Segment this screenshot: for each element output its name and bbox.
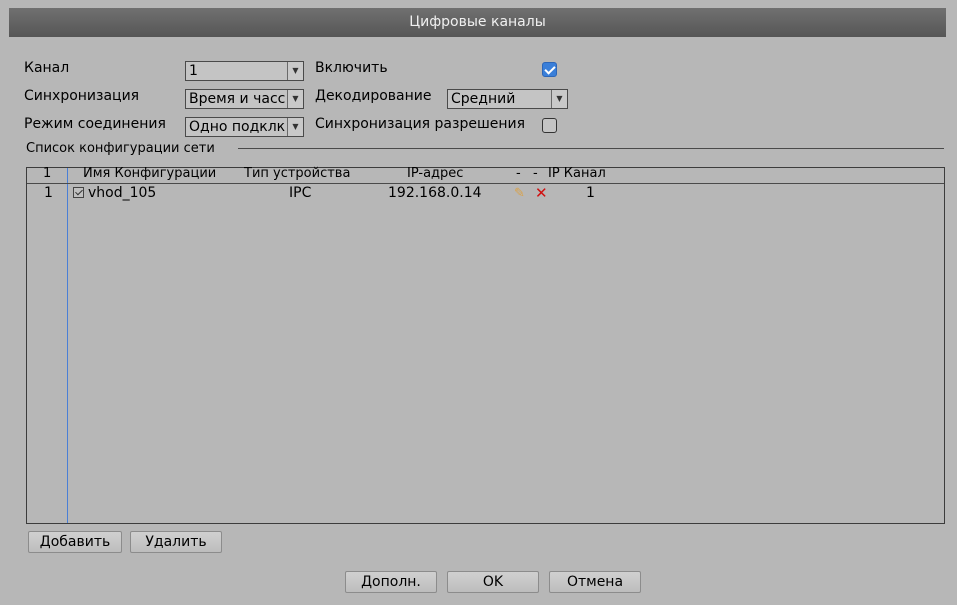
row-name: vhod_105 xyxy=(73,185,156,201)
ok-button[interactable]: OK xyxy=(447,571,539,593)
row-ip: 192.168.0.14 xyxy=(388,185,482,201)
delete-x-icon[interactable]: ✕ xyxy=(535,184,548,202)
window-title: Цифровые каналы xyxy=(9,8,946,37)
list-header: 1 Имя Конфигурации Тип устройства IP-адр… xyxy=(27,166,944,184)
decode-select-value: Средний xyxy=(451,91,516,107)
network-config-list[interactable]: 1 Имя Конфигурации Тип устройства IP-адр… xyxy=(26,166,945,524)
channel-select-value: 1 xyxy=(189,63,198,79)
chevron-down-icon: ▼ xyxy=(551,90,567,108)
row-ip-channel: 1 xyxy=(586,185,595,201)
conn-mode-select[interactable]: Одно подклк ▼ xyxy=(185,117,304,137)
decode-select[interactable]: Средний ▼ xyxy=(447,89,568,109)
row-device-type: IPC xyxy=(289,185,312,201)
conn-mode-select-value: Одно подклк xyxy=(189,119,286,135)
delete-button[interactable]: Удалить xyxy=(130,531,222,553)
header-edit[interactable]: - xyxy=(516,166,521,181)
network-list-title: Список конфигурации сети xyxy=(26,141,215,156)
header-device-type[interactable]: Тип устройства xyxy=(244,166,350,181)
header-ip-channel[interactable]: IP Канал xyxy=(548,166,606,181)
res-sync-label: Синхронизация разрешения xyxy=(315,116,526,132)
conn-mode-label: Режим соединения xyxy=(24,116,166,132)
column-divider xyxy=(67,168,68,523)
cancel-button[interactable]: Отмена xyxy=(549,571,641,593)
chevron-down-icon: ▼ xyxy=(287,118,303,136)
header-delete[interactable]: - xyxy=(533,166,538,181)
edit-pencil-icon[interactable]: ✎ xyxy=(514,186,525,201)
res-sync-checkbox[interactable] xyxy=(542,118,557,133)
group-divider xyxy=(238,148,944,149)
decode-label: Декодирование xyxy=(315,88,432,104)
sync-label: Синхронизация xyxy=(24,88,140,104)
channel-label: Канал xyxy=(24,60,70,76)
channel-select[interactable]: 1 ▼ xyxy=(185,61,304,81)
header-index[interactable]: 1 xyxy=(43,166,51,181)
sync-select-value: Время и часс xyxy=(189,91,286,107)
header-ip[interactable]: IP-адрес xyxy=(407,166,463,181)
sync-select[interactable]: Время и часс ▼ xyxy=(185,89,304,109)
chevron-down-icon: ▼ xyxy=(287,62,303,80)
advanced-button[interactable]: Дополн. xyxy=(345,571,437,593)
row-index: 1 xyxy=(44,185,53,201)
add-button[interactable]: Добавить xyxy=(28,531,122,553)
row-name-text: vhod_105 xyxy=(88,185,157,201)
enable-checkbox[interactable] xyxy=(542,62,557,77)
enable-label: Включить xyxy=(315,60,388,76)
chevron-down-icon: ▼ xyxy=(287,90,303,108)
header-name[interactable]: Имя Конфигурации xyxy=(83,166,216,181)
row-checkbox[interactable] xyxy=(73,187,84,198)
